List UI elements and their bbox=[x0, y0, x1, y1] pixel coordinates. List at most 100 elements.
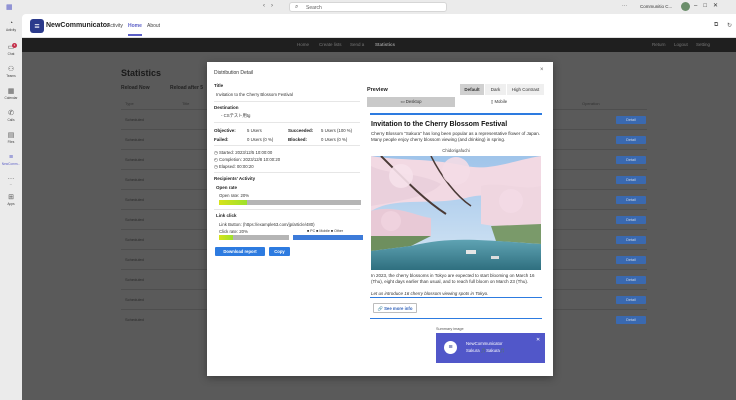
teams-logo-icon: ▦ bbox=[6, 4, 13, 11]
column-header-type: Type bbox=[125, 101, 134, 106]
rail-item-1[interactable]: ◔ Activity bbox=[0, 20, 22, 32]
column-header-title: Title bbox=[182, 101, 190, 106]
rail-item-4[interactable]: ▦ Calendar bbox=[0, 88, 22, 100]
device-mobile-label: Mobile bbox=[494, 99, 508, 104]
theme-high-contrast-button[interactable]: High Contrast bbox=[507, 84, 544, 95]
click-rate-bar-fill bbox=[219, 235, 233, 240]
newcommunicator-logo-icon: ≡ bbox=[444, 341, 457, 354]
see-more-button[interactable]: 🔗 See more info bbox=[373, 303, 417, 313]
rail-item-label: Chat bbox=[7, 52, 15, 56]
device-desktop-tab[interactable]: ▭ Desktop bbox=[367, 97, 455, 107]
detail-button[interactable]: Detail bbox=[616, 116, 646, 124]
nav-send[interactable]: Send a bbox=[350, 42, 364, 47]
avatar[interactable] bbox=[681, 2, 690, 11]
table-cell-type: Scheduled bbox=[125, 237, 144, 242]
tab-reload-after[interactable]: Reload after 5 bbox=[170, 85, 203, 91]
newcommunicator-logo-icon: ≡ bbox=[30, 19, 44, 33]
tab-about[interactable]: About bbox=[147, 23, 160, 29]
table-cell-type: Scheduled bbox=[125, 197, 144, 202]
detail-button[interactable]: Detail bbox=[616, 316, 646, 324]
see-more-label: See more info bbox=[384, 306, 413, 311]
app-navbar: Home Create lists Send a Statistics Retu… bbox=[22, 38, 736, 52]
detail-button[interactable]: Detail bbox=[616, 176, 646, 184]
search-icon: ⌕ bbox=[295, 4, 299, 10]
apps-icon: ⊞ bbox=[8, 194, 14, 201]
nav-arrows[interactable]: ‹› bbox=[263, 3, 279, 9]
divider bbox=[214, 172, 360, 173]
rail-item-label: Files bbox=[7, 140, 15, 144]
blocked-value: 0 Users (0 %) bbox=[321, 137, 348, 142]
started-time: ◷ Started: 2023/12/5 10:00:00 bbox=[214, 150, 272, 156]
divider bbox=[214, 122, 360, 123]
card-divider bbox=[370, 297, 542, 298]
search-placeholder: Search bbox=[306, 5, 322, 11]
theme-dark-button[interactable]: Dark bbox=[485, 84, 506, 95]
rail-item-label: NewComm... bbox=[1, 162, 21, 166]
rail-item-5[interactable]: ✆ Calls bbox=[0, 110, 22, 122]
teams-icon: ⚇ bbox=[7, 66, 15, 73]
search-input[interactable]: ⌕ Search bbox=[289, 2, 447, 12]
nav-create-lists[interactable]: Create lists bbox=[319, 42, 342, 47]
more-options-icon[interactable]: ··· bbox=[622, 3, 627, 9]
nav-return[interactable]: Return bbox=[652, 42, 666, 47]
rail-item-8[interactable]: …... bbox=[0, 174, 22, 186]
detail-button[interactable]: Detail bbox=[616, 256, 646, 264]
completion-text: Completion: 2023/12/8 10:00:20 bbox=[218, 157, 281, 162]
close-icon: ✕ bbox=[536, 337, 541, 343]
dialog-title: Distribution Detail bbox=[214, 70, 254, 76]
phone-icon: ✆ bbox=[8, 110, 14, 117]
card-intro: Cherry Blossom "Sakura" has long been po… bbox=[371, 131, 541, 142]
rail-item-label: Calendar bbox=[4, 96, 18, 100]
summary-text: Sakura 🎵Sakura🎵 bbox=[466, 348, 506, 353]
nav-statistics[interactable]: Statistics bbox=[375, 42, 395, 47]
open-rate-bar bbox=[219, 200, 361, 205]
close-icon[interactable]: × bbox=[540, 67, 544, 73]
theme-default-button[interactable]: Default bbox=[460, 84, 484, 95]
nav-logout[interactable]: Logout bbox=[674, 42, 688, 47]
detail-button[interactable]: Detail bbox=[616, 296, 646, 304]
detail-button[interactable]: Detail bbox=[616, 156, 646, 164]
preview-label: Preview bbox=[367, 87, 388, 93]
detail-button[interactable]: Detail bbox=[616, 276, 646, 284]
click-rate-text: Click rate: 20% bbox=[219, 229, 248, 234]
notification-badge: 1 bbox=[12, 43, 17, 48]
calendar-icon: ▦ bbox=[7, 88, 15, 95]
detail-button[interactable]: Detail bbox=[616, 136, 646, 144]
org-name[interactable]: Communitio C... bbox=[640, 4, 672, 9]
device-mobile-tab[interactable]: ▯ Mobile bbox=[455, 97, 543, 107]
device-legend: ■ PC ■ Mobile ■ Other bbox=[307, 229, 344, 233]
title-label: Title bbox=[214, 83, 224, 88]
copy-button[interactable]: Copy bbox=[269, 247, 290, 256]
distribution-detail-dialog: Distribution Detail × Title Invitation t… bbox=[207, 62, 553, 376]
table-cell-type: Scheduled bbox=[125, 277, 144, 282]
file-icon: ▤ bbox=[7, 132, 15, 139]
rail-item-6[interactable]: ▤ Files bbox=[0, 132, 22, 144]
nav-setting[interactable]: Setting bbox=[696, 42, 710, 47]
detail-button[interactable]: Detail bbox=[616, 236, 646, 244]
recipients-activity-label: Recipients' Activity bbox=[214, 176, 256, 181]
table-cell-type: Scheduled bbox=[125, 177, 144, 182]
nav-home[interactable]: Home bbox=[297, 42, 309, 47]
download-report-button[interactable]: Download report bbox=[215, 247, 265, 256]
rail-item-2[interactable]: ▭ Chat 1 bbox=[0, 43, 22, 56]
table-cell-type: Scheduled bbox=[125, 157, 144, 162]
page-title: Statistics bbox=[121, 68, 162, 78]
rail-item-9[interactable]: ⊞ Apps bbox=[0, 194, 22, 206]
detail-button[interactable]: Detail bbox=[616, 216, 646, 224]
tab-reload-now[interactable]: Reload Now bbox=[121, 85, 150, 91]
rail-item-7[interactable]: ≡ NewComm... bbox=[0, 154, 22, 166]
table-cell-type: Scheduled bbox=[125, 117, 144, 122]
rail-item-label: Teams bbox=[6, 74, 16, 78]
refresh-icon[interactable]: ↻ bbox=[727, 22, 732, 29]
window-controls[interactable]: –□✕ bbox=[694, 2, 724, 9]
popout-icon[interactable]: ⧉ bbox=[714, 22, 718, 29]
detail-button[interactable]: Detail bbox=[616, 196, 646, 204]
tab-home[interactable]: Home bbox=[128, 23, 142, 36]
summary-image: ≡ NewCommunicator Sakura 🎵Sakura🎵 ✕ bbox=[436, 333, 545, 363]
image-caption: Chidorigafuchi bbox=[442, 148, 470, 153]
tab-activity[interactable]: Activity bbox=[107, 23, 123, 29]
started-text: Started: 2023/12/5 10:00:00 bbox=[218, 150, 273, 155]
succeeded-value: 5 Users (100 %) bbox=[321, 128, 353, 133]
left-rail: ◔ Activity ▭ Chat 1 ⚇ Teams ▦ Calendar ✆ Calls ▤ Fil… bbox=[0, 14, 22, 400]
rail-item-3[interactable]: ⚇ Teams bbox=[0, 66, 22, 78]
